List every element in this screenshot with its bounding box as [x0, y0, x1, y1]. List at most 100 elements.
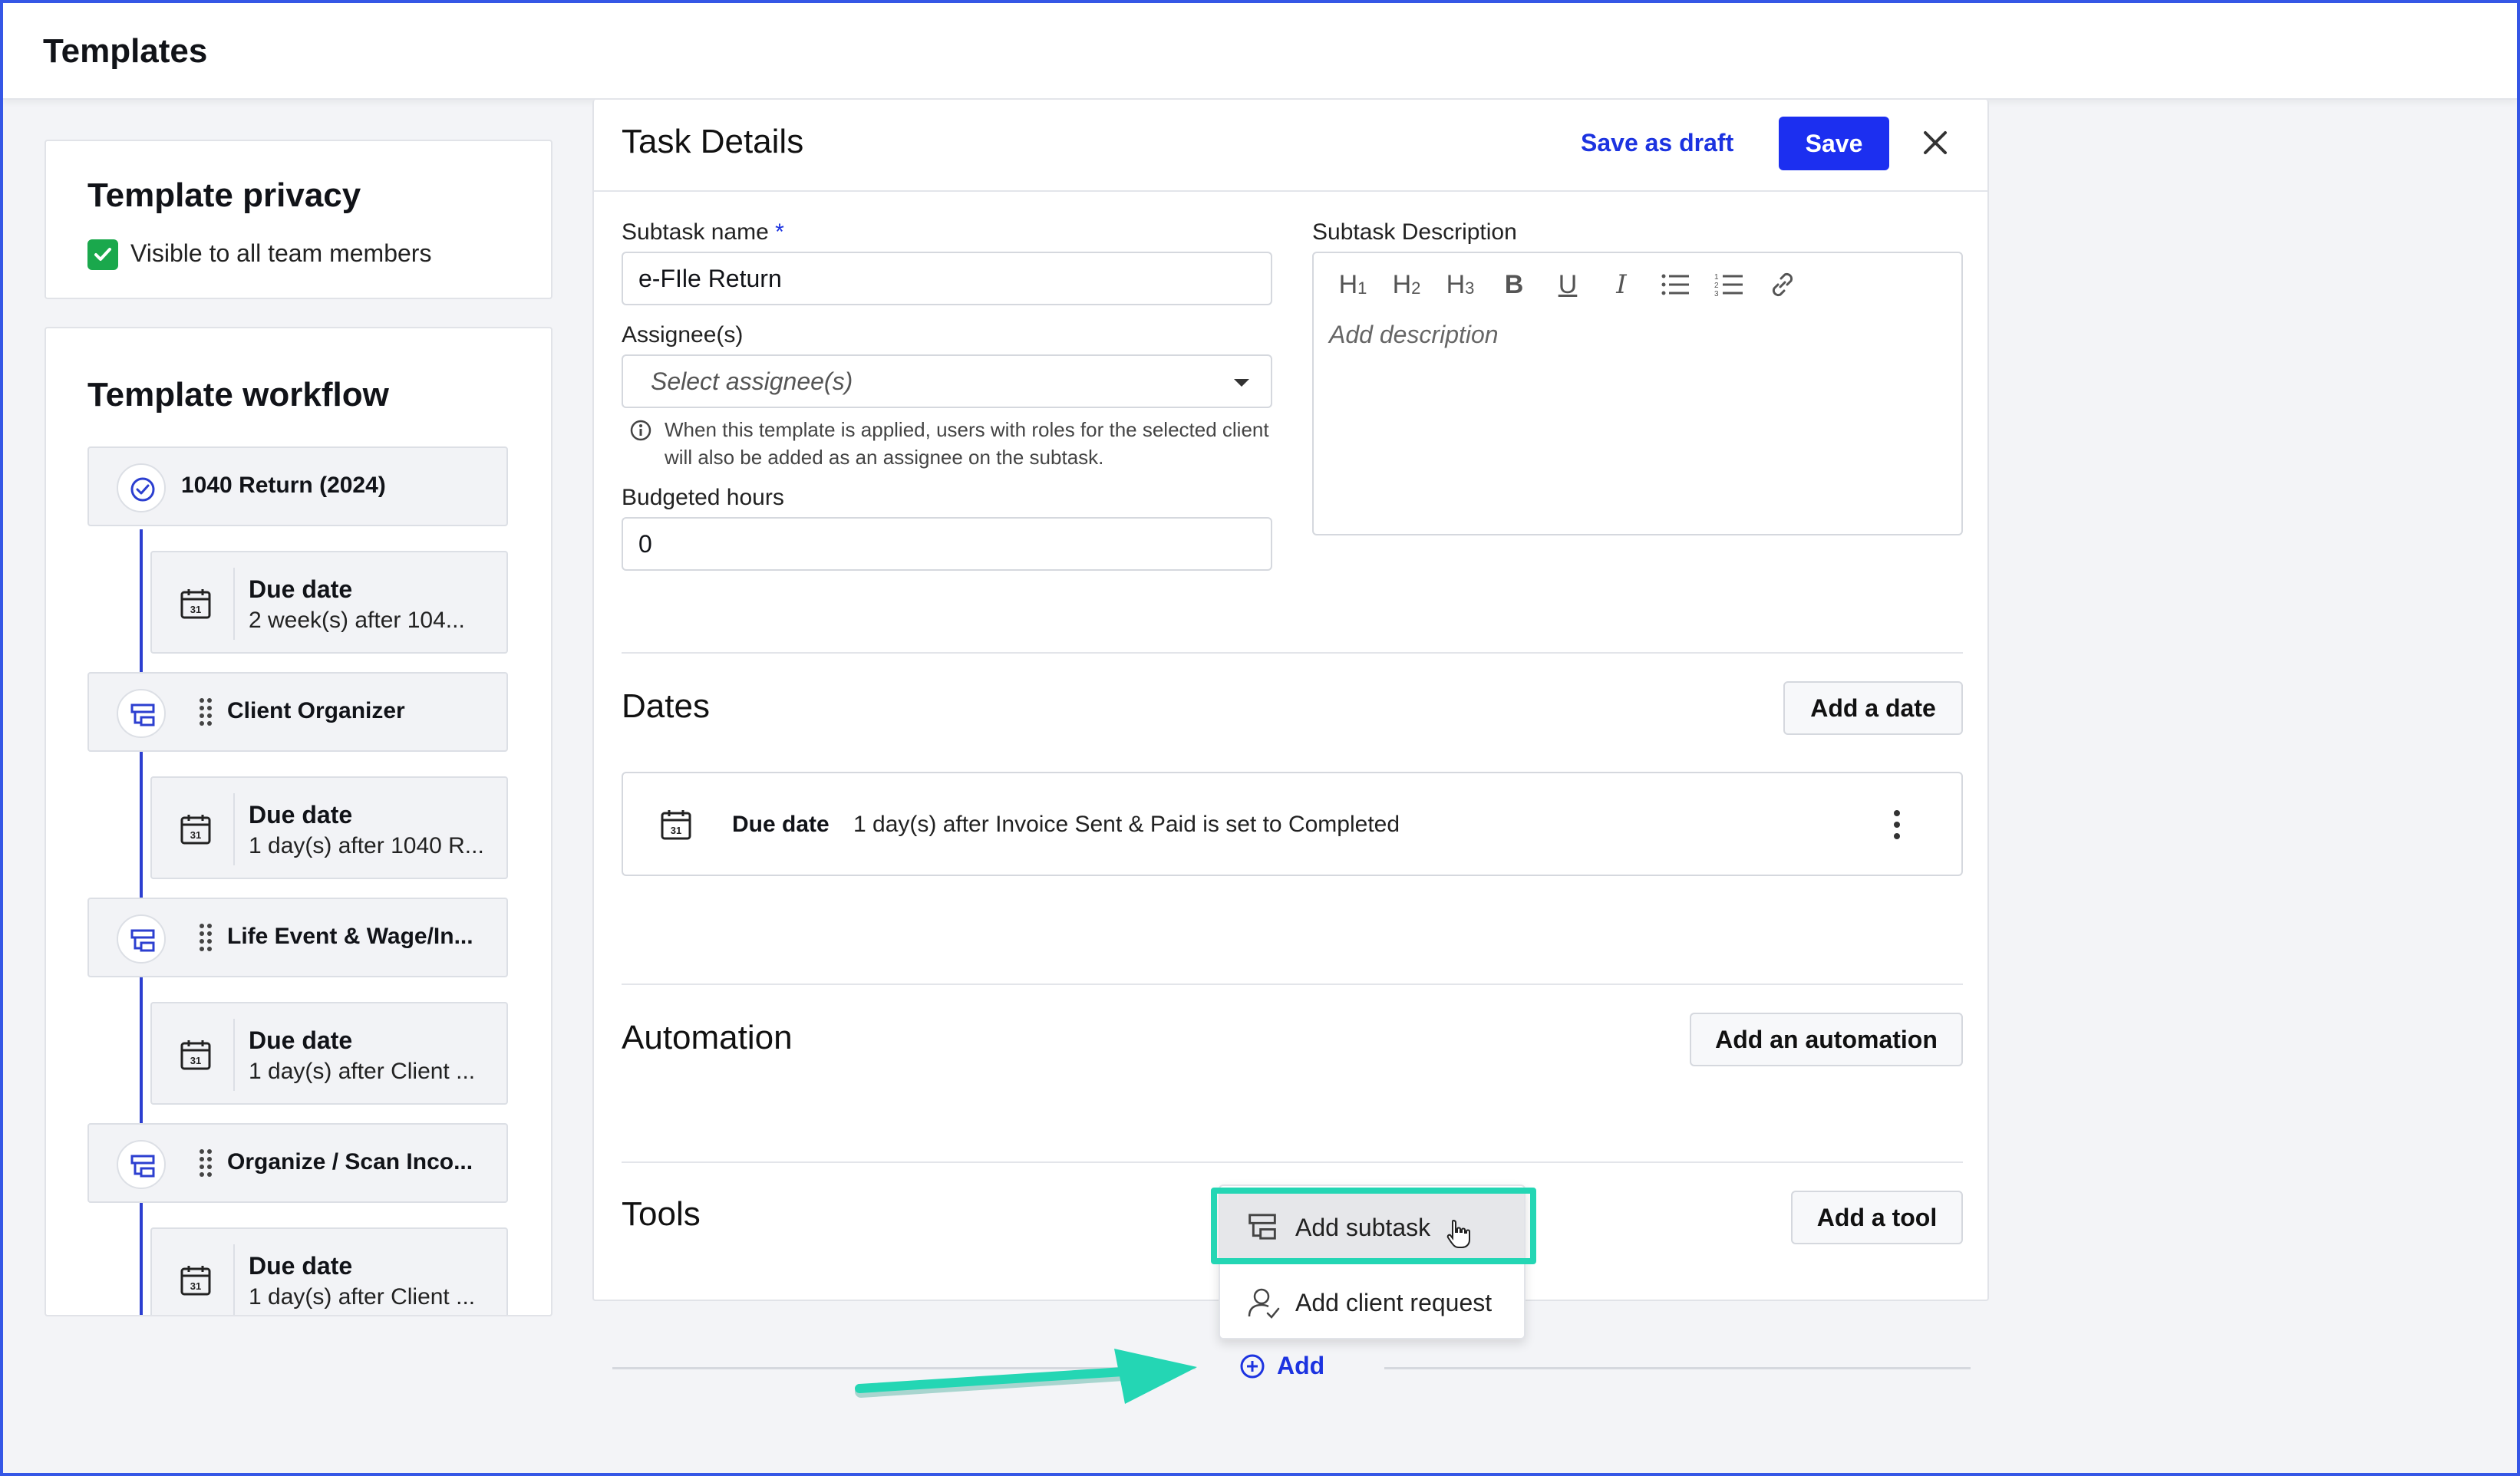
- visible-checkbox-label: Visible to all team members: [130, 239, 432, 267]
- bullet-list-icon[interactable]: [1648, 265, 1702, 304]
- divider: [622, 1161, 1963, 1163]
- due-date-label: Due date: [249, 575, 353, 603]
- subtask-circle: [117, 914, 166, 964]
- assignees-placeholder: Select assignee(s): [651, 367, 853, 395]
- subtask-name-label-text: Subtask name: [622, 219, 769, 245]
- numbered-list-glyph: 1 2 3: [1714, 273, 1743, 298]
- divider: [1384, 1367, 1971, 1369]
- save-button[interactable]: Save: [1779, 117, 1889, 170]
- underline-icon[interactable]: U: [1541, 265, 1595, 304]
- workflow-heading: Template workflow: [87, 376, 389, 413]
- drag-handle-icon[interactable]: [198, 1148, 213, 1178]
- svg-text:3: 3: [1714, 290, 1719, 298]
- divider: [233, 793, 235, 865]
- description-placeholder: Add description: [1329, 321, 1499, 348]
- calendar-icon: 31: [180, 815, 211, 845]
- template-workflow-card: Template workflow 1040 Return (2024) 31 …: [45, 327, 552, 1316]
- svg-text:1: 1: [1714, 273, 1719, 282]
- italic-icon[interactable]: I: [1595, 265, 1648, 304]
- workflow-subtask-name: Client Organizer: [227, 698, 405, 723]
- workflow-due-date[interactable]: 31 Due date 2 week(s) after 104...: [150, 551, 508, 654]
- due-date-row-value: 1 day(s) after Invoice Sent & Paid is se…: [853, 812, 1400, 837]
- add-tool-button[interactable]: Add a tool: [1791, 1191, 1963, 1244]
- highlight-box: [1211, 1188, 1536, 1264]
- due-date-row[interactable]: 31 Due date 1 day(s) after Invoice Sent …: [622, 772, 1963, 876]
- workflow-subtask-name: Life Event & Wage/In...: [227, 924, 473, 949]
- assignees-label: Assignee(s): [622, 322, 744, 348]
- due-date-label: Due date: [249, 1026, 353, 1054]
- budgeted-hours-label: Budgeted hours: [622, 485, 784, 510]
- divider: [233, 1019, 235, 1091]
- workflow-task-name: 1040 Return (2024): [181, 473, 386, 498]
- description-label: Subtask Description: [1312, 219, 1517, 245]
- automation-title: Automation: [622, 1019, 793, 1056]
- add-date-button[interactable]: Add a date: [1783, 681, 1963, 735]
- due-date-value: 1 day(s) after 1040 R...: [249, 833, 484, 858]
- drag-handle-icon[interactable]: [198, 697, 213, 727]
- heading2-icon[interactable]: H2: [1380, 265, 1433, 304]
- task-details-panel: Task Details Save as draft Save Subtask …: [592, 100, 1989, 1301]
- assignees-hint-text: When this template is applied, users wit…: [665, 418, 1269, 469]
- svg-text:31: 31: [190, 604, 201, 615]
- add-button-label: Add: [1277, 1352, 1325, 1379]
- link-icon[interactable]: [1756, 265, 1809, 304]
- visible-checkbox[interactable]: [87, 239, 118, 270]
- divider: [233, 568, 235, 640]
- bold-icon[interactable]: B: [1487, 265, 1541, 304]
- subtask-circle: [117, 1140, 166, 1189]
- svg-text:31: 31: [671, 825, 681, 836]
- close-icon[interactable]: [1921, 129, 1949, 156]
- task-status-circle: [117, 463, 166, 512]
- subtask-name-label: Subtask name *: [622, 219, 784, 245]
- numbered-list-icon[interactable]: 1 2 3: [1702, 265, 1756, 304]
- due-date-value: 1 day(s) after Client ...: [249, 1284, 476, 1310]
- workflow-due-date[interactable]: 31 Due date 1 day(s) after Client ...: [150, 1227, 508, 1315]
- check-circle-icon: [130, 477, 155, 502]
- heading1-icon[interactable]: H1: [1326, 265, 1380, 304]
- calendar-icon: 31: [661, 810, 691, 840]
- divider: [594, 190, 1987, 192]
- assignees-select[interactable]: Select assignee(s): [622, 354, 1272, 408]
- budgeted-hours-input[interactable]: 0: [622, 517, 1272, 571]
- app-frame: Templates Template privacy Visible to al…: [0, 0, 2520, 1476]
- drag-handle-icon[interactable]: [198, 922, 213, 953]
- svg-text:31: 31: [190, 1280, 201, 1292]
- svg-text:2: 2: [1714, 282, 1719, 290]
- calendar-icon: 31: [180, 1266, 211, 1296]
- calendar-icon: 31: [180, 589, 211, 619]
- workflow-subtask-item[interactable]: Life Event & Wage/In...: [87, 898, 508, 977]
- due-date-label: Due date: [249, 801, 353, 829]
- subtask-icon: [130, 929, 155, 952]
- workflow-due-date[interactable]: 31 Due date 1 day(s) after 1040 R...: [150, 776, 508, 879]
- top-bar: Templates: [3, 3, 2517, 100]
- svg-text:31: 31: [190, 1055, 201, 1066]
- svg-text:31: 31: [190, 829, 201, 841]
- annotation-arrow-icon: [855, 1349, 1197, 1404]
- workflow-subtask-item[interactable]: Organize / Scan Inco...: [87, 1123, 508, 1203]
- hand-cursor-icon: [1446, 1219, 1470, 1248]
- description-editor[interactable]: H1 H2 H3 B U I 1 2 3 Add description: [1312, 252, 1963, 535]
- subtask-name-input[interactable]: e-FIle Return: [622, 252, 1272, 305]
- bullet-list-glyph: [1661, 274, 1689, 295]
- due-date-value: 2 week(s) after 104...: [249, 608, 465, 633]
- required-mark: *: [775, 219, 784, 245]
- workflow-subtask-name: Organize / Scan Inco...: [227, 1149, 473, 1175]
- checkmark-icon: [94, 248, 111, 261]
- heading3-icon[interactable]: H3: [1433, 265, 1487, 304]
- subtask-icon: [130, 1155, 155, 1178]
- add-client-request-menu-item[interactable]: Add client request: [1220, 1267, 1524, 1336]
- add-button[interactable]: Add: [1239, 1352, 1324, 1380]
- client-request-icon: [1248, 1288, 1280, 1319]
- assignees-hint: When this template is applied, users wit…: [629, 416, 1289, 477]
- workflow-task-item[interactable]: 1040 Return (2024): [87, 446, 508, 526]
- workflow-due-date[interactable]: 31 Due date 1 day(s) after Client ...: [150, 1002, 508, 1105]
- due-date-row-label: Due date: [732, 812, 830, 837]
- due-date-label: Due date: [249, 1252, 353, 1280]
- add-automation-button[interactable]: Add an automation: [1690, 1013, 1963, 1066]
- add-client-request-label: Add client request: [1295, 1289, 1493, 1316]
- chevron-down-icon: [1234, 379, 1249, 387]
- save-as-draft-button[interactable]: Save as draft: [1581, 129, 1733, 157]
- more-options-icon[interactable]: [1889, 807, 1905, 842]
- info-icon: [630, 420, 651, 441]
- workflow-subtask-item[interactable]: Client Organizer: [87, 672, 508, 752]
